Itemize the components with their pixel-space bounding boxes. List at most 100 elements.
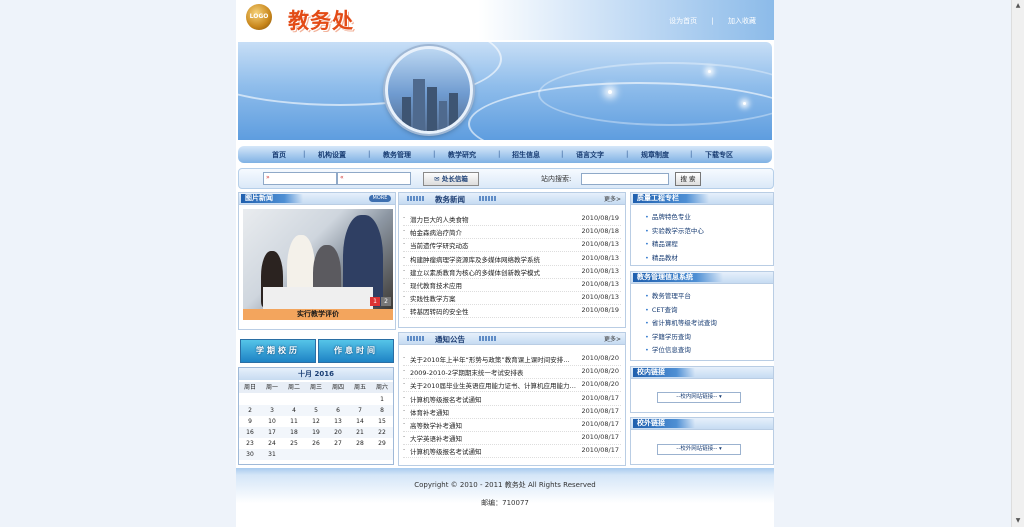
calendar-day[interactable]: 25 [283,438,305,449]
list-item[interactable]: · 计算机等级报名考试通知 2010/08/17 [403,393,621,406]
nav-item-home[interactable]: 首页 [272,150,286,160]
calendar-day[interactable]: 2 [239,405,261,416]
news-title[interactable]: 潜力巨大的人类食物 [410,214,580,224]
news-title[interactable]: 转基因转码的安全性 [410,306,580,316]
extra-links-select[interactable]: --校外网站链接-- ▾ [657,444,741,455]
calendar-day[interactable]: 6 [327,405,349,416]
link-label[interactable]: 品牌特色专业 [652,213,691,221]
list-item[interactable]: · 大学英语补考通知 2010/08/17 [403,432,621,446]
list-item[interactable]: · 2009-2010-2学期期末统一考试安排表 2010/08/20 [403,366,621,380]
scroll-up-icon[interactable]: ▲ [1014,2,1022,10]
scroll-down-icon[interactable]: ▼ [1014,517,1022,525]
photo-page-1[interactable]: 1 [370,297,380,306]
director-mailbox-button[interactable]: ✉ 处长信箱 [423,172,479,186]
link-label[interactable]: 实验教学示范中心 [652,227,704,235]
calendar-day[interactable]: 12 [305,416,327,427]
calendar-day[interactable]: 21 [349,427,371,438]
notices-more-link[interactable]: 更多> [604,334,621,343]
list-item[interactable]: · 构建肿瘤病理学资源库及多媒体网络教学系统 2010/08/13 [403,253,621,266]
calendar-day[interactable]: 7 [349,405,371,416]
news-title[interactable]: 帕金森病治疗简介 [410,227,580,237]
photo-news-more-button[interactable]: MORE [369,195,391,202]
photo-caption[interactable]: 实行教学评价 [243,309,393,320]
list-item[interactable]: · 计算机等级报名考试通知 2010/08/17 [403,445,621,459]
link-label[interactable]: 精品教材 [652,254,678,262]
calendar-day[interactable]: 4 [283,405,305,416]
list-item[interactable]: · 关于2010年上半年“形势与政策”教育课上课时间安排… 2010/08/20 [403,353,621,366]
list-item[interactable]: • CET查询 [645,304,677,314]
academic-calendar-button[interactable]: 学期校历 [240,339,316,363]
calendar-day[interactable]: 28 [349,438,371,449]
news-title[interactable]: 2009-2010-2学期期末统一考试安排表 [410,367,580,377]
logo[interactable]: LOGO [246,4,272,30]
list-item[interactable]: • 省计算机等级考试查询 [645,317,717,327]
calendar-day[interactable]: 9 [239,416,261,427]
news-title[interactable]: 计算机等级报名考试通知 [410,446,580,456]
news-photo[interactable] [243,209,393,309]
nav-item-teaching-research[interactable]: 教学研究 [448,150,476,160]
list-item[interactable]: · 转基因转码的安全性 2010/08/19 [403,305,621,319]
calendar-day[interactable]: 15 [371,416,393,427]
news-title[interactable]: 构建肿瘤病理学资源库及多媒体网络教学系统 [410,254,580,264]
news-title[interactable]: 高等数学补考通知 [410,420,580,430]
link-label[interactable]: 学籍学历查询 [652,333,691,341]
list-item[interactable]: · 体育补考通知 2010/08/17 [403,406,621,419]
calendar-day[interactable]: 11 [283,416,305,427]
calendar-day[interactable]: 20 [327,427,349,438]
list-item[interactable]: · 当前遗传学研究动态 2010/08/13 [403,239,621,253]
calendar-day[interactable]: 18 [283,427,305,438]
nav-item-downloads[interactable]: 下载专区 [705,150,733,160]
calendar-day[interactable]: 29 [371,438,393,449]
news-title[interactable]: 现代教育技术应用 [410,280,580,290]
timetable-button[interactable]: 作息时间 [318,339,394,363]
calendar-day[interactable]: 19 [305,427,327,438]
news-title[interactable]: 实践性教学方案 [410,293,580,303]
news-title[interactable]: 建立以素质教育为核心的多媒体创新教学模式 [410,267,580,277]
list-item[interactable]: · 现代教育技术应用 2010/08/13 [403,279,621,292]
list-item[interactable]: · 建立以素质教育为核心的多媒体创新教学模式 2010/08/13 [403,266,621,279]
calendar-day[interactable]: 10 [261,416,283,427]
link-label[interactable]: 学位信息查询 [652,346,691,354]
news-title[interactable]: 计算机等级报名考试通知 [410,394,580,404]
list-item[interactable]: • 精品课程 [645,238,678,248]
nav-item-academic-admin[interactable]: 教务管理 [383,150,411,160]
nav-item-language[interactable]: 语言文字 [576,150,604,160]
news-title[interactable]: 大学英语补考通知 [410,433,580,443]
link-label[interactable]: 教务管理平台 [652,292,691,300]
list-item[interactable]: • 品牌特色专业 [645,211,691,221]
calendar-day[interactable]: 8 [371,405,393,416]
calendar-day[interactable]: 13 [327,416,349,427]
calendar-day[interactable]: 17 [261,427,283,438]
vertical-scrollbar[interactable]: ▲ ▼ [1011,0,1024,527]
list-item[interactable]: · 帕金森病治疗简介 2010/08/18 [403,226,621,240]
link-label[interactable]: CET查询 [652,306,678,314]
list-item[interactable]: · 高等数学补考通知 2010/08/17 [403,419,621,432]
news-title[interactable]: 关于2010年上半年“形势与政策”教育课上课时间安排… [410,354,580,364]
calendar-day[interactable]: 27 [327,438,349,449]
nav-item-regulations[interactable]: 规章制度 [641,150,669,160]
calendar-day[interactable]: 3 [261,405,283,416]
calendar-day[interactable]: 23 [239,438,261,449]
calendar-day[interactable]: 1 [371,394,393,405]
add-favorite-link[interactable]: 加入收藏 [728,17,756,25]
list-item[interactable]: • 精品教材 [645,252,678,262]
list-item[interactable]: · 潜力巨大的人类食物 2010/08/19 [403,213,621,226]
calendar-day[interactable]: 5 [305,405,327,416]
nav-item-organization[interactable]: 机构设置 [318,150,346,160]
set-homepage-link[interactable]: 设为首页 [669,17,697,25]
list-item[interactable]: • 学位信息查询 [645,344,691,354]
calendar-day[interactable]: 30 [239,449,261,460]
list-item[interactable]: • 实验教学示范中心 [645,225,704,235]
news-title[interactable]: 当前遗传学研究动态 [410,240,580,250]
photo-page-2[interactable]: 2 [381,297,391,306]
calendar-day[interactable]: 26 [305,438,327,449]
link-label[interactable]: 省计算机等级考试查询 [652,319,717,327]
calendar-day[interactable]: 14 [349,416,371,427]
calendar-day[interactable]: 24 [261,438,283,449]
nav-item-admissions[interactable]: 招生信息 [512,150,540,160]
list-item[interactable]: • 教务管理平台 [645,290,691,300]
calendar-day[interactable]: 16 [239,427,261,438]
calendar-day[interactable]: 31 [261,449,283,460]
edu-news-more-link[interactable]: 更多> [604,194,621,203]
link-label[interactable]: 精品课程 [652,240,678,248]
